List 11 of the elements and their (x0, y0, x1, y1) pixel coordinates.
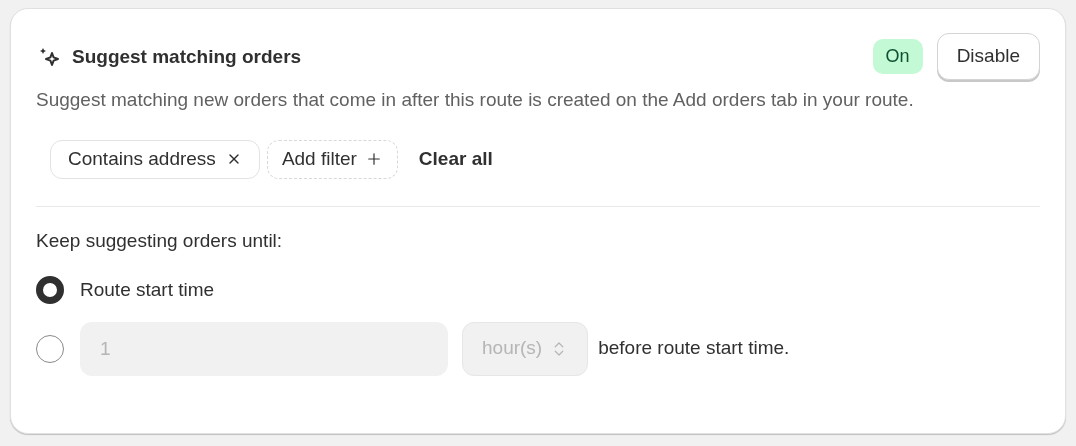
disable-button[interactable]: Disable (936, 33, 1040, 80)
option-label: Route start time (80, 278, 215, 302)
card-title: Suggest matching orders (72, 45, 302, 69)
option-suffix: before route start time. (598, 336, 790, 361)
filter-chip[interactable]: Contains address (50, 139, 260, 179)
clear-all-button[interactable]: Clear all (404, 144, 507, 174)
card-description: Suggest matching new orders that come in after this route is created on the Add orders tab in your route. (36, 87, 915, 112)
add-filter-button[interactable]: Add filter (266, 139, 398, 179)
section-label: Keep suggesting orders until: (36, 228, 284, 253)
radio-button[interactable] (36, 276, 64, 305)
status-badge: On (872, 38, 923, 74)
